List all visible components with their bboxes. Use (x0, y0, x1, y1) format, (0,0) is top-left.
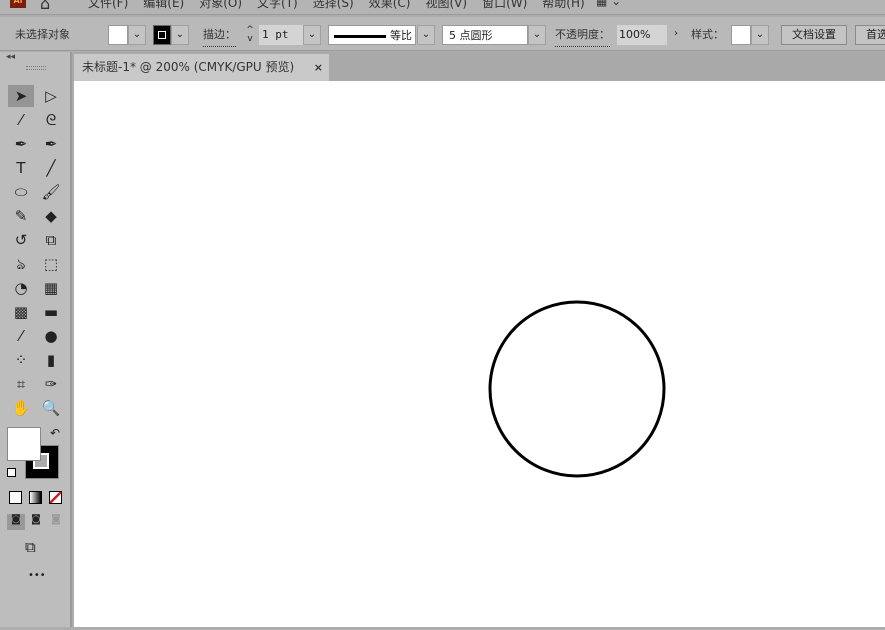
ellipse-tool[interactable]: ⬭ (8, 181, 34, 203)
artboard-tool[interactable]: ⌗ (8, 373, 34, 395)
magic-wand-tool[interactable]: ⁄ (8, 109, 34, 131)
menu-item[interactable]: 文字(T) (257, 0, 298, 11)
pen-tool[interactable]: ✒ (8, 133, 34, 155)
menu-list: 文件(F) 编辑(E) 对象(O) 文字(T) 选择(S) 效果(C) 视图(V) 窗口(W)… (88, 0, 585, 11)
menu-item[interactable]: 帮助(H) (542, 0, 584, 11)
workspace-switcher-icon[interactable]: ▦ ⌄ (596, 0, 621, 8)
document-tab-bar: 未标题-1* @ 200% (CMYK/GPU 预览) × (72, 52, 885, 81)
line-tool[interactable]: ╱ (38, 157, 64, 179)
home-icon[interactable]: ⌂ (40, 0, 50, 13)
symbol-sprayer-tool[interactable]: ⁘ (8, 349, 34, 371)
eraser-tool[interactable]: ◆ (38, 205, 64, 227)
selection-tool[interactable]: ➤ (8, 85, 34, 107)
column-graph-tool[interactable]: ▮ (38, 349, 64, 371)
gradient-tool[interactable]: ▬ (38, 301, 64, 323)
panel-grip[interactable] (26, 66, 46, 70)
opacity-expand-icon[interactable]: › (667, 25, 685, 45)
draw-inside-icon[interactable]: ◙ (47, 514, 65, 530)
stroke-profile-select[interactable]: 等比 (328, 25, 416, 45)
menu-item[interactable]: 对象(O) (199, 0, 242, 11)
close-tab-icon[interactable]: × (314, 54, 323, 81)
artwork (488, 300, 666, 478)
warp-tool[interactable]: ঌ (8, 253, 34, 275)
document-tab[interactable]: 未标题-1* @ 200% (CMYK/GPU 预览) × (74, 54, 329, 81)
opacity-input[interactable]: 100% (617, 25, 667, 45)
menu-item[interactable]: 文件(F) (88, 0, 128, 11)
stroke-stepper[interactable]: ^ v (242, 25, 258, 45)
lasso-tool[interactable]: ᘓ (38, 109, 64, 131)
draw-behind-icon[interactable]: ◙ (27, 514, 45, 530)
hand-tool[interactable]: ✋ (8, 397, 34, 419)
stroke-weight-dropdown[interactable]: ⌄ (303, 25, 321, 45)
opacity-label[interactable]: 不透明度： (555, 27, 610, 47)
ai-logo: Ai (10, 0, 26, 8)
ellipse-shape[interactable] (488, 300, 666, 478)
free-transform-tool[interactable]: ⬚ (38, 253, 64, 275)
gradient-mode-icon[interactable] (29, 491, 42, 504)
swap-colors-icon[interactable]: ↶ (50, 426, 60, 440)
stroke-weight-input[interactable]: 1 pt (259, 25, 303, 45)
none-mode-icon[interactable] (49, 491, 62, 504)
menu-item[interactable]: 效果(C) (369, 0, 411, 11)
brush-dropdown[interactable]: ⌄ (528, 25, 546, 45)
menu-bar: Ai ⌂ 文件(F) 编辑(E) 对象(O) 文字(T) 选择(S) 效果(C) 视图(V)… (0, 0, 885, 15)
curvature-tool[interactable]: ✒ (38, 133, 64, 155)
shape-builder-tool[interactable]: ◔ (8, 277, 34, 299)
brush-select[interactable]: 5 点圆形 (442, 25, 528, 45)
menu-item[interactable]: 窗口(W) (482, 0, 527, 11)
style-label: 样式： (691, 28, 724, 41)
tools-panel: ◂◂ ➤ ▷ ⁄ ᘓ ✒ ✒ T ╱ ⬭ 🖌 ✎ ◆ ↺ ⧉ ঌ ⬚ ◔ ▦ ▩ ▬ ⁄ ● ⁘ ▮ ⌗ ✑ ✋ 🔍 ↶ ◙ ◙ ◙ … (0, 52, 72, 627)
edit-toolbar-icon[interactable]: ••• (28, 570, 46, 581)
mesh-tool[interactable]: ▩ (8, 301, 34, 323)
stroke-profile-dropdown[interactable]: ⌄ (417, 25, 435, 45)
screen-mode-icon[interactable]: ⧉ (25, 538, 36, 556)
color-mode-icon[interactable] (9, 491, 22, 504)
tab-title: 未标题-1* @ 200% (CMYK/GPU 预览) (82, 60, 295, 74)
menu-item[interactable]: 视图(V) (425, 0, 467, 11)
eyedropper-tool[interactable]: ⁄ (8, 325, 34, 347)
selection-status: 未选择对象 (15, 28, 70, 41)
style-dropdown[interactable]: ⌄ (751, 25, 769, 45)
fill-swatch[interactable] (108, 25, 128, 45)
style-swatch[interactable] (731, 25, 751, 45)
draw-normal-icon[interactable]: ◙ (7, 514, 25, 530)
perspective-grid-tool[interactable]: ▦ (38, 277, 64, 299)
zoom-tool[interactable]: 🔍 (38, 397, 64, 419)
fill-color-front[interactable] (7, 427, 41, 461)
stroke-profile-label: 等比 (390, 29, 412, 42)
slice-tool[interactable]: ✑ (38, 373, 64, 395)
direct-selection-tool[interactable]: ▷ (38, 85, 64, 107)
menu-item[interactable]: 选择(S) (313, 0, 354, 11)
scale-tool[interactable]: ⧉ (38, 229, 64, 251)
control-bar: 未选择对象 ⌄ ⌄ 描边： ^ v 1 pt ⌄ 等比 ⌄ 5 点圆形 ⌄ 不透明… (0, 17, 885, 51)
fill-dropdown[interactable]: ⌄ (128, 25, 146, 45)
collapse-panel-icon[interactable]: ◂◂ (6, 52, 15, 62)
default-colors-icon[interactable] (7, 468, 16, 477)
document-setup-button[interactable]: 文档设置 (781, 25, 847, 45)
menu-item[interactable]: 编辑(E) (143, 0, 184, 11)
blend-tool[interactable]: ● (38, 325, 64, 347)
type-tool[interactable]: T (8, 157, 34, 179)
rotate-tool[interactable]: ↺ (8, 229, 34, 251)
brush-label: 5 点圆形 (449, 29, 493, 42)
preferences-button[interactable]: 首选项 (855, 25, 885, 45)
shaper-tool[interactable]: ✎ (8, 205, 34, 227)
paintbrush-tool[interactable]: 🖌 (38, 181, 64, 203)
stroke-swatch[interactable] (153, 25, 171, 45)
stroke-dropdown[interactable]: ⌄ (171, 25, 189, 45)
artboard-canvas[interactable] (74, 81, 885, 627)
stroke-label[interactable]: 描边： (203, 27, 236, 47)
